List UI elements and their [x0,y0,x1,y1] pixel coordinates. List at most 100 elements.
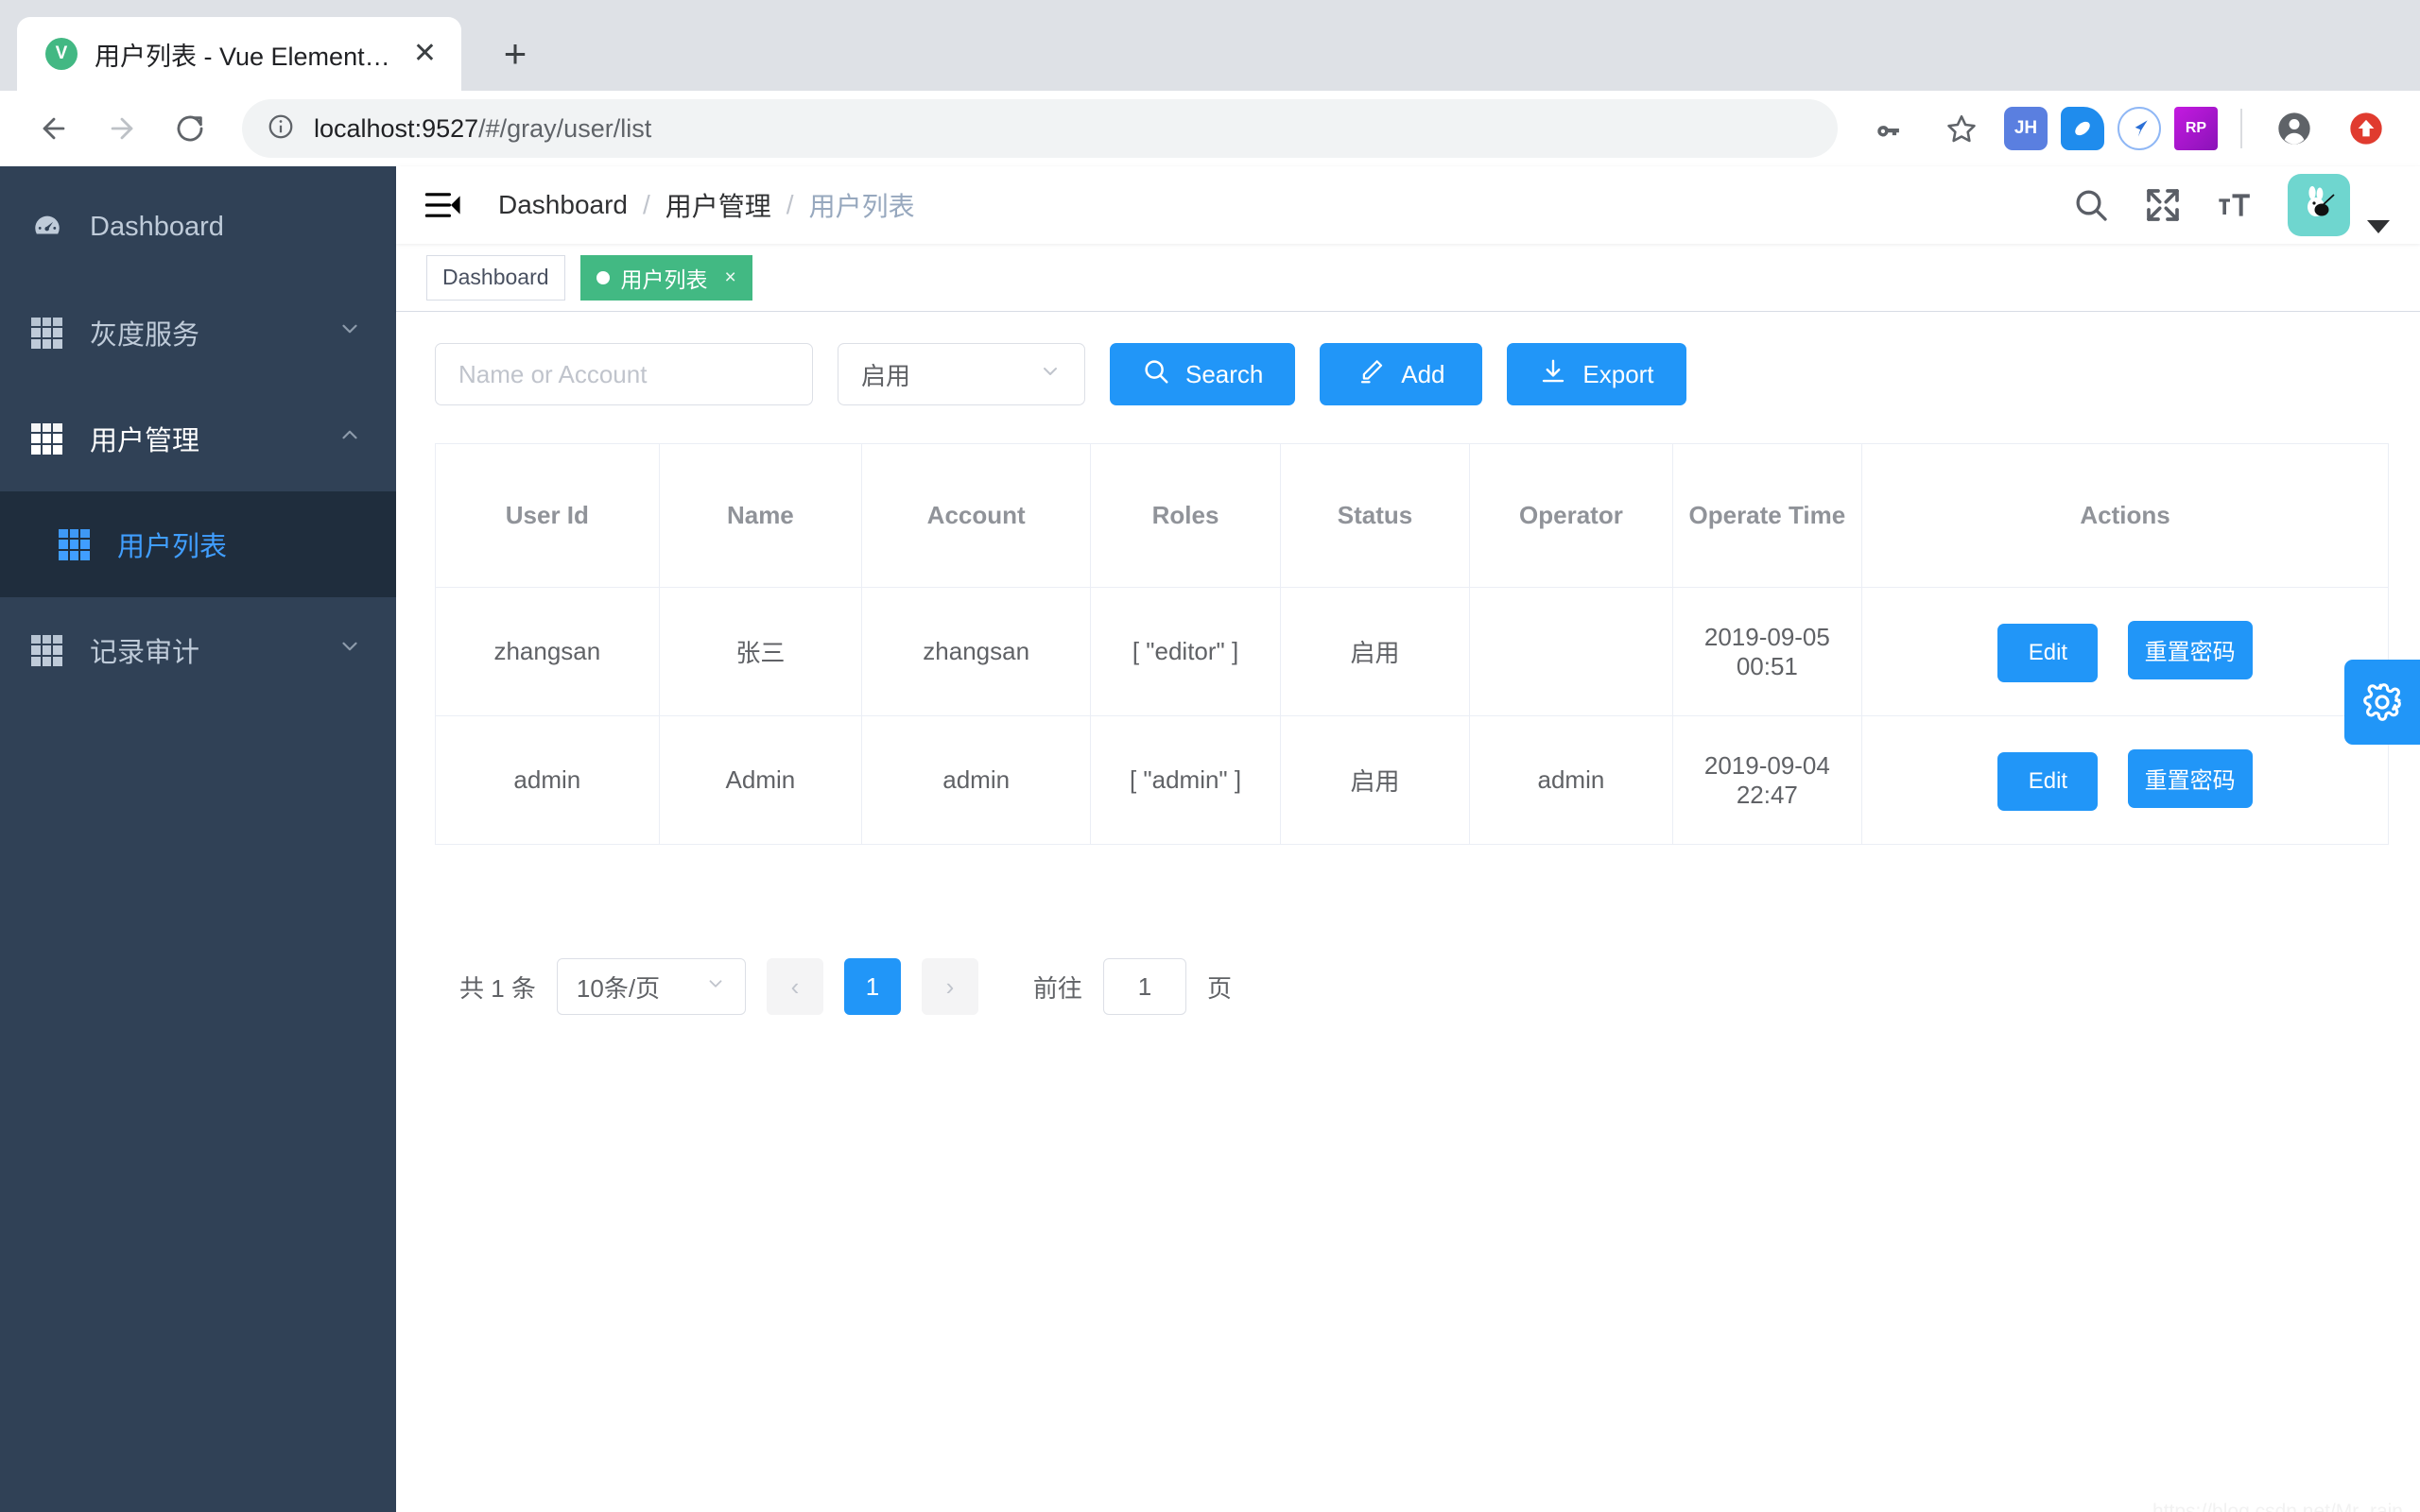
edit-button[interactable]: Edit [1997,624,2099,683]
tags-view: Dashboard 用户列表 × [396,244,2420,312]
navbar: Dashboard / 用户管理 / 用户列表 [396,166,2420,244]
cell-operator: admin [1469,715,1673,845]
browser-tab-title: 用户列表 - Vue Element Admin [95,42,390,71]
omnibox-url-host: localhost:9527 [314,113,479,143]
search-icon[interactable] [2072,186,2110,224]
app-root: Dashboard 灰度服务 用户管理 用户列表 记录审计 Dashboard … [0,166,2420,1512]
breadcrumb-item-dashboard[interactable]: Dashboard [498,190,628,220]
sidebar-item-user-list[interactable]: 用户列表 [0,491,396,597]
sidebar-item-label: 灰度服务 [90,320,200,351]
search-button-label: Search [1185,359,1264,388]
globe-extension-icon[interactable] [2118,107,2161,150]
column-header-roles[interactable]: Roles [1090,443,1281,588]
page-number-1[interactable]: 1 [843,958,901,1015]
breadcrumb-separator: / [786,190,794,219]
breadcrumb-separator: / [642,190,650,219]
cell-actions: Edit 重置密码 [1861,715,2389,845]
search-button[interactable]: Search [1110,343,1296,405]
fullscreen-icon[interactable] [2144,186,2182,224]
forward-icon[interactable] [93,99,151,158]
cell-roles: [ "admin" ] [1090,715,1281,845]
sidebar-item-audit-log[interactable]: 记录审计 [0,597,396,703]
column-header-status[interactable]: Status [1279,443,1471,588]
column-header-actions[interactable]: Actions [1861,443,2389,588]
table-header-row: User Id Name Account Roles Status Operat… [435,443,2389,588]
rp-extension-icon[interactable]: RP [2174,107,2218,150]
tag-label: 用户列表 [620,266,708,292]
status-select[interactable]: 启用 [838,343,1085,405]
new-tab-button[interactable]: + [482,21,548,87]
tag-user-list[interactable]: 用户列表 × [579,254,752,301]
chevron-up-icon [337,422,362,455]
jump-page-input[interactable]: 1 [1102,958,1186,1015]
omnibox-url-path: /#/gray/user/list [478,113,652,143]
update-arrow-icon[interactable] [2337,99,2395,158]
breadcrumb-item-user-management[interactable]: 用户管理 [666,186,771,224]
tag-dashboard[interactable]: Dashboard [426,254,565,301]
omnibox[interactable]: localhost:9527/#/gray/user/list [242,99,1838,158]
table-row[interactable]: admin Admin admin [ "admin" ] 启用 admin 2… [435,715,2389,845]
search-icon [1142,357,1170,392]
grid-icon [59,528,117,560]
add-button[interactable]: Add [1320,343,1483,405]
jh-extension-icon[interactable]: JH [2004,107,2048,150]
cell-name: Admin [658,715,863,845]
sidebar-item-gray-service[interactable]: 灰度服务 [0,280,396,386]
column-header-name[interactable]: Name [658,443,863,588]
cell-user-id: admin [435,715,660,845]
browser-chrome: V 用户列表 - Vue Element Admin ✕ + localhost… [0,0,2420,166]
browser-toolbar: localhost:9527/#/gray/user/list JH RP [0,91,2420,166]
sidebar-item-label: Dashboard [90,211,224,242]
prev-page-button[interactable]: ‹ [766,958,823,1015]
status-select-value: 启用 [861,361,911,390]
profile-avatar-icon[interactable] [2265,99,2324,158]
password-key-icon[interactable] [1860,99,1919,158]
blue-drop-extension-icon[interactable] [2061,107,2104,150]
column-header-operate-time[interactable]: Operate Time [1671,443,1863,588]
edit-button[interactable]: Edit [1997,752,2099,812]
breadcrumb: Dashboard / 用户管理 / 用户列表 [498,186,915,224]
chevron-down-icon [337,317,362,349]
filter-bar: Name or Account 启用 Search Add Export [435,343,2389,405]
close-icon[interactable]: ✕ [407,40,442,68]
sidebar-item-user-management[interactable]: 用户管理 [0,386,396,491]
reset-password-button[interactable]: 重置密码 [2127,748,2253,808]
avatar[interactable] [2288,174,2350,236]
reload-icon[interactable] [161,99,219,158]
settings-gear-icon[interactable] [2344,660,2420,745]
hamburger-icon[interactable] [424,190,462,220]
jump-label-suffix: 页 [1206,973,1232,1003]
jump-label-prefix: 前往 [1032,973,1082,1003]
download-icon [1539,357,1567,392]
page-size-select[interactable]: 10条/页 [556,958,746,1015]
cell-actions: Edit 重置密码 [1861,587,2389,716]
cell-status: 启用 [1279,715,1471,845]
search-input[interactable]: Name or Account [435,343,813,405]
column-header-operator[interactable]: Operator [1469,443,1673,588]
cell-operate-time: 2019-09-05 00:51 [1671,587,1863,716]
column-header-account[interactable]: Account [861,443,1092,588]
export-button-label: Export [1582,359,1654,388]
omnibox-url: localhost:9527/#/gray/user/list [314,114,651,144]
cell-operator [1469,587,1673,716]
chevron-down-icon[interactable] [2367,220,2390,233]
sidebar-item-dashboard[interactable]: Dashboard [0,174,396,280]
browser-tab[interactable]: V 用户列表 - Vue Element Admin ✕ [17,17,461,91]
table-row[interactable]: zhangsan 张三 zhangsan [ "editor" ] 启用 201… [435,587,2389,716]
sidebar: Dashboard 灰度服务 用户管理 用户列表 记录审计 [0,166,396,1512]
vue-favicon-icon: V [45,38,78,70]
edit-pencil-icon [1357,357,1386,392]
chevron-down-icon [337,634,362,666]
export-button[interactable]: Export [1507,343,1686,405]
site-info-icon[interactable] [267,112,295,146]
breadcrumb-item-user-list: 用户列表 [808,192,915,221]
chevron-down-icon [705,973,726,1001]
browser-extension-icons: JH RP [1860,99,2395,158]
bookmark-star-icon[interactable] [1932,99,1991,158]
font-size-icon[interactable] [2216,186,2254,224]
back-icon[interactable] [25,99,83,158]
column-header-user-id[interactable]: User Id [435,443,660,588]
close-icon[interactable]: × [725,266,736,289]
reset-password-button[interactable]: 重置密码 [2127,620,2253,679]
next-page-button[interactable]: › [921,958,978,1015]
